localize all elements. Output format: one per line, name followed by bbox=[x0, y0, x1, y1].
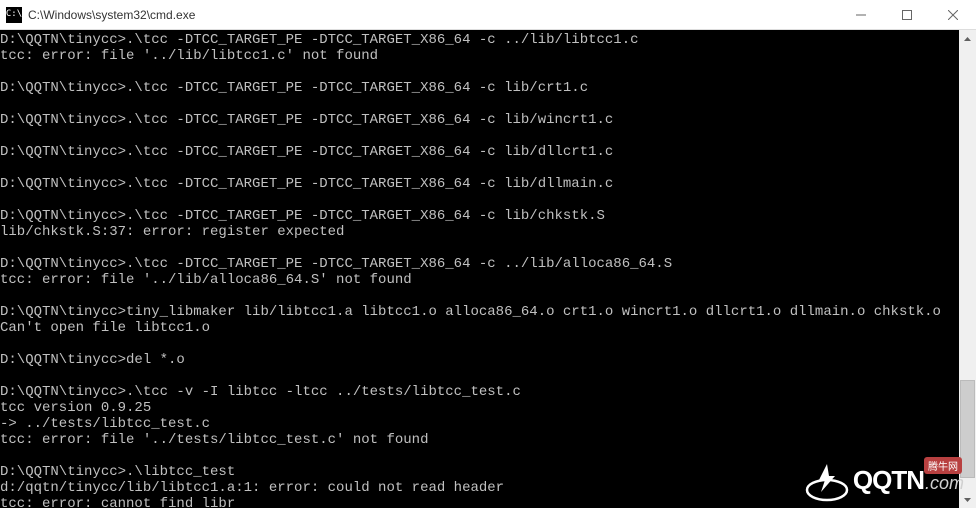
terminal-line: d:/qqtn/tinycc/lib/libtcc1.a:1: error: c… bbox=[0, 480, 959, 496]
terminal-line bbox=[0, 160, 959, 176]
vertical-scrollbar[interactable] bbox=[959, 30, 976, 508]
terminal-line bbox=[0, 448, 959, 464]
terminal-line: lib/chkstk.S:37: error: register expecte… bbox=[0, 224, 959, 240]
terminal-line bbox=[0, 288, 959, 304]
terminal-line bbox=[0, 128, 959, 144]
maximize-button[interactable] bbox=[884, 0, 930, 29]
cmd-icon: C:\ bbox=[6, 7, 22, 23]
minimize-button[interactable] bbox=[838, 0, 884, 29]
terminal-line: D:\QQTN\tinycc>.\tcc -DTCC_TARGET_PE -DT… bbox=[0, 176, 959, 192]
close-button[interactable] bbox=[930, 0, 976, 29]
terminal-line: tcc version 0.9.25 bbox=[0, 400, 959, 416]
terminal-line: D:\QQTN\tinycc>.\tcc -DTCC_TARGET_PE -DT… bbox=[0, 256, 959, 272]
terminal-line: Can't open file libtcc1.o bbox=[0, 320, 959, 336]
scrollbar-track[interactable] bbox=[959, 47, 976, 491]
window-title: C:\Windows\system32\cmd.exe bbox=[28, 8, 838, 22]
terminal-line: D:\QQTN\tinycc>del *.o bbox=[0, 352, 959, 368]
terminal-line: tcc: error: cannot find libr bbox=[0, 496, 959, 508]
terminal-area: D:\QQTN\tinycc>.\tcc -DTCC_TARGET_PE -DT… bbox=[0, 30, 976, 508]
terminal-line: D:\QQTN\tinycc>.\tcc -DTCC_TARGET_PE -DT… bbox=[0, 144, 959, 160]
terminal-line: D:\QQTN\tinycc>tiny_libmaker lib/libtcc1… bbox=[0, 304, 959, 320]
terminal-line: D:\QQTN\tinycc>.\tcc -DTCC_TARGET_PE -DT… bbox=[0, 112, 959, 128]
scrollbar-thumb[interactable] bbox=[960, 380, 975, 478]
terminal-line: D:\QQTN\tinycc>.\tcc -DTCC_TARGET_PE -DT… bbox=[0, 208, 959, 224]
terminal-line bbox=[0, 64, 959, 80]
terminal-output[interactable]: D:\QQTN\tinycc>.\tcc -DTCC_TARGET_PE -DT… bbox=[0, 30, 959, 508]
scroll-up-button[interactable] bbox=[959, 30, 976, 47]
terminal-line bbox=[0, 96, 959, 112]
terminal-line: tcc: error: file '../lib/libtcc1.c' not … bbox=[0, 48, 959, 64]
terminal-line: D:\QQTN\tinycc>.\tcc -DTCC_TARGET_PE -DT… bbox=[0, 80, 959, 96]
scroll-down-button[interactable] bbox=[959, 491, 976, 508]
terminal-line: D:\QQTN\tinycc>.\libtcc_test bbox=[0, 464, 959, 480]
terminal-line: tcc: error: file '../lib/alloca86_64.S' … bbox=[0, 272, 959, 288]
terminal-line: D:\QQTN\tinycc>.\tcc -v -I libtcc -ltcc … bbox=[0, 384, 959, 400]
terminal-line: -> ../tests/libtcc_test.c bbox=[0, 416, 959, 432]
terminal-line bbox=[0, 336, 959, 352]
terminal-line bbox=[0, 368, 959, 384]
terminal-line: tcc: error: file '../tests/libtcc_test.c… bbox=[0, 432, 959, 448]
terminal-line bbox=[0, 240, 959, 256]
window-controls bbox=[838, 0, 976, 29]
titlebar: C:\ C:\Windows\system32\cmd.exe bbox=[0, 0, 976, 30]
terminal-line: D:\QQTN\tinycc>.\tcc -DTCC_TARGET_PE -DT… bbox=[0, 32, 959, 48]
terminal-line bbox=[0, 192, 959, 208]
